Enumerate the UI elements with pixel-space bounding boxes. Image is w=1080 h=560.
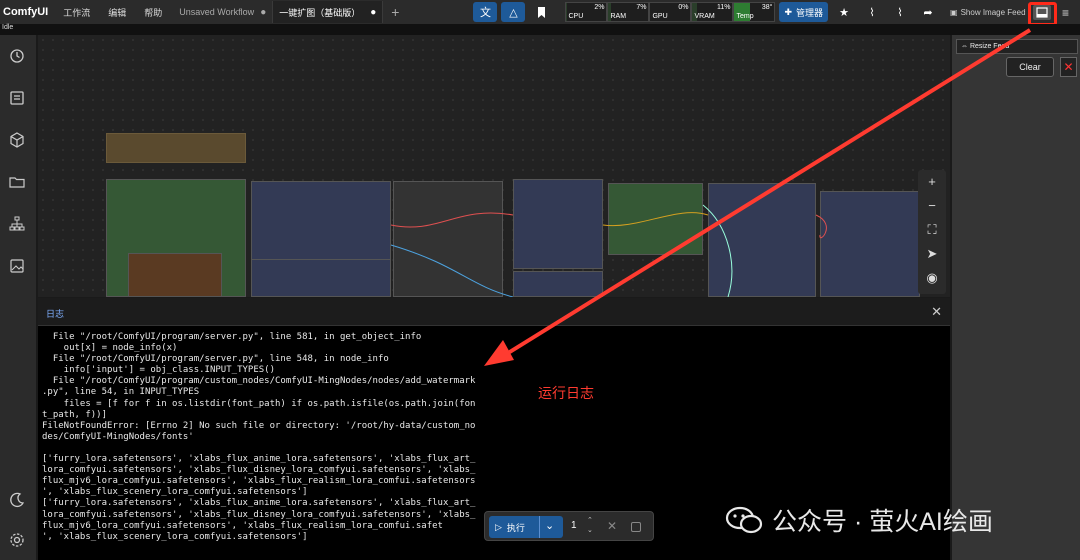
folder-icon[interactable] [8,173,26,191]
eye-icon[interactable]: ◉ [924,270,940,286]
log-tab-title[interactable]: 日志 [46,307,64,320]
log-line: files = [f for f in os.listdir(font_path… [42,398,476,409]
app-logo: ComfyUI [3,6,49,18]
gallery-icon[interactable] [8,257,26,275]
log-line: lora_comfyui.safetensors', 'xlabs_flux_d… [42,509,476,520]
log-line: lora_comfyui.safetensors', 'xlabs_flux_d… [42,465,476,476]
cube-icon[interactable] [8,131,26,149]
log-line: flux_mjv6_lora_comfyui.safetensors', 'xl… [42,520,443,531]
star-icon[interactable]: ★ [832,2,856,22]
settings-gear-icon[interactable] [8,531,26,549]
play-icon: ▷ [495,521,502,532]
tab-unsaved-workflow[interactable]: Unsaved Workflow ● [173,1,274,23]
status-bar: Idle [0,24,1080,35]
resize-icon: ⇔ [961,43,970,50]
log-line: des/ComfyUI-MingNodes/fonts' [42,431,194,442]
watermark: 公众号 · 萤火AI绘画 [724,502,993,538]
clean-vram-icon[interactable]: ⌇ [888,2,912,22]
top-bar: ComfyUI 工作流 编辑 帮助 Unsaved Workflow ● 一键扩… [0,0,1080,24]
stop-icon[interactable] [631,522,641,532]
hamburger-menu-icon[interactable]: ≡ [1062,6,1069,20]
workflow-canvas[interactable] [38,35,950,297]
tab-label: Unsaved Workflow [179,7,255,17]
log-header: 日志 ✕ [38,298,950,326]
share-icon[interactable]: ➦ [916,2,940,22]
log-line: ['furry_lora.safetensors', 'xlabs_flux_a… [42,498,476,509]
vram-meter: 11% VRAM [691,2,734,22]
log-line: t_path, f))] [42,409,108,420]
gpu-meter: 0% GPU [649,2,692,22]
puzzle-icon: ✚ [784,6,793,17]
highlight-box [1028,2,1057,26]
cpu-meter-fill [566,3,568,21]
clear-button[interactable]: Clear [1006,57,1054,77]
batch-count-input[interactable]: 1 [571,520,577,531]
menu-help[interactable]: 帮助 [135,6,171,19]
queue-icon[interactable] [8,89,26,107]
run-toolbar: ▷ 执行 ⌄ 1 ⌃ ⌄ ✕ [484,511,654,541]
log-line: flux_mjv6_lora_comfyui.safetensors', 'xl… [42,476,476,487]
annotation-label: 运行日志 [538,385,594,401]
chevron-down-icon[interactable]: ⌄ [545,519,554,532]
tab-expand-image[interactable]: 一键扩图（基础版） ● [273,1,384,23]
log-line: ['furry_lora.safetensors', 'xlabs_flux_a… [42,454,476,465]
show-image-feed-button[interactable]: ▣ Show Image Feed [950,8,1026,17]
cancel-icon[interactable]: ✕ [607,519,617,533]
log-line: File "/root/ComfyUI/program/server.py", … [42,332,422,342]
temp-meter: 38° Temp [733,2,776,22]
log-line: ', 'xlabs_flux_scenery_lora_comfyui.safe… [42,487,308,498]
clean-icon[interactable]: ⌇ [860,2,884,22]
unsaved-dot: ● [260,6,267,18]
manager-button[interactable]: ✚ 管理器 [779,2,829,22]
translate-icon[interactable]: 文 [473,2,498,22]
close-icon[interactable]: ✕ [931,304,942,320]
history-icon[interactable] [8,47,26,65]
log-line: ', 'xlabs_flux_scenery_lora_comfyui.safe… [42,531,308,542]
cpu-meter: 2% CPU [565,2,608,22]
log-line: File "/root/ComfyUI/program/custom_nodes… [42,376,476,387]
mask-icon[interactable]: △ [501,2,526,22]
zoom-controls: + − ⛶ ➤ ◉ [918,170,946,294]
status-text: Idle [2,24,14,31]
zoom-out-icon[interactable]: − [924,198,940,214]
sidebar [0,35,36,560]
zoom-in-icon[interactable]: + [924,174,940,190]
node-links [390,204,827,297]
ram-meter: 7% RAM [607,2,650,22]
count-stepper-icon[interactable]: ⌃ ⌄ [587,516,593,536]
menu-workflow[interactable]: 工作流 [54,6,99,19]
tab-label: 一键扩图（基础版） [279,7,361,18]
wechat-icon [724,505,764,535]
log-line: File "/root/ComfyUI/program/server.py", … [42,354,389,365]
add-tab-button[interactable]: + [383,4,407,20]
pointer-icon[interactable]: ➤ [924,246,940,262]
menu-edit[interactable]: 编辑 [99,6,135,19]
log-output: File "/root/ComfyUI/program/server.py", … [42,332,542,543]
fit-view-icon[interactable]: ⛶ [924,222,940,238]
close-feed-button[interactable]: ✕ [1060,57,1077,77]
run-button[interactable]: ▷ 执行 ⌄ [489,516,563,538]
node-tree-icon[interactable] [8,215,26,233]
log-line: FileNotFoundError: [Errno 2] No such fil… [42,420,476,431]
log-line: .py", line 54, in INPUT_TYPES [42,387,200,398]
log-line: info['input'] = obj_class.INPUT_TYPES() [42,365,275,376]
bookmark-icon[interactable] [529,2,553,22]
watermark-text: 公众号 · 萤火AI绘画 [772,508,993,536]
image-feed-panel: ⇔ Resize Feed Clear ✕ [952,35,1080,560]
theme-moon-icon[interactable] [8,491,26,509]
resize-feed-control[interactable]: ⇔ Resize Feed [956,39,1078,54]
image-icon: ▣ [950,7,958,17]
log-line: out[x] = node_info(x) [42,343,178,354]
unsaved-dot: ● [370,6,377,18]
